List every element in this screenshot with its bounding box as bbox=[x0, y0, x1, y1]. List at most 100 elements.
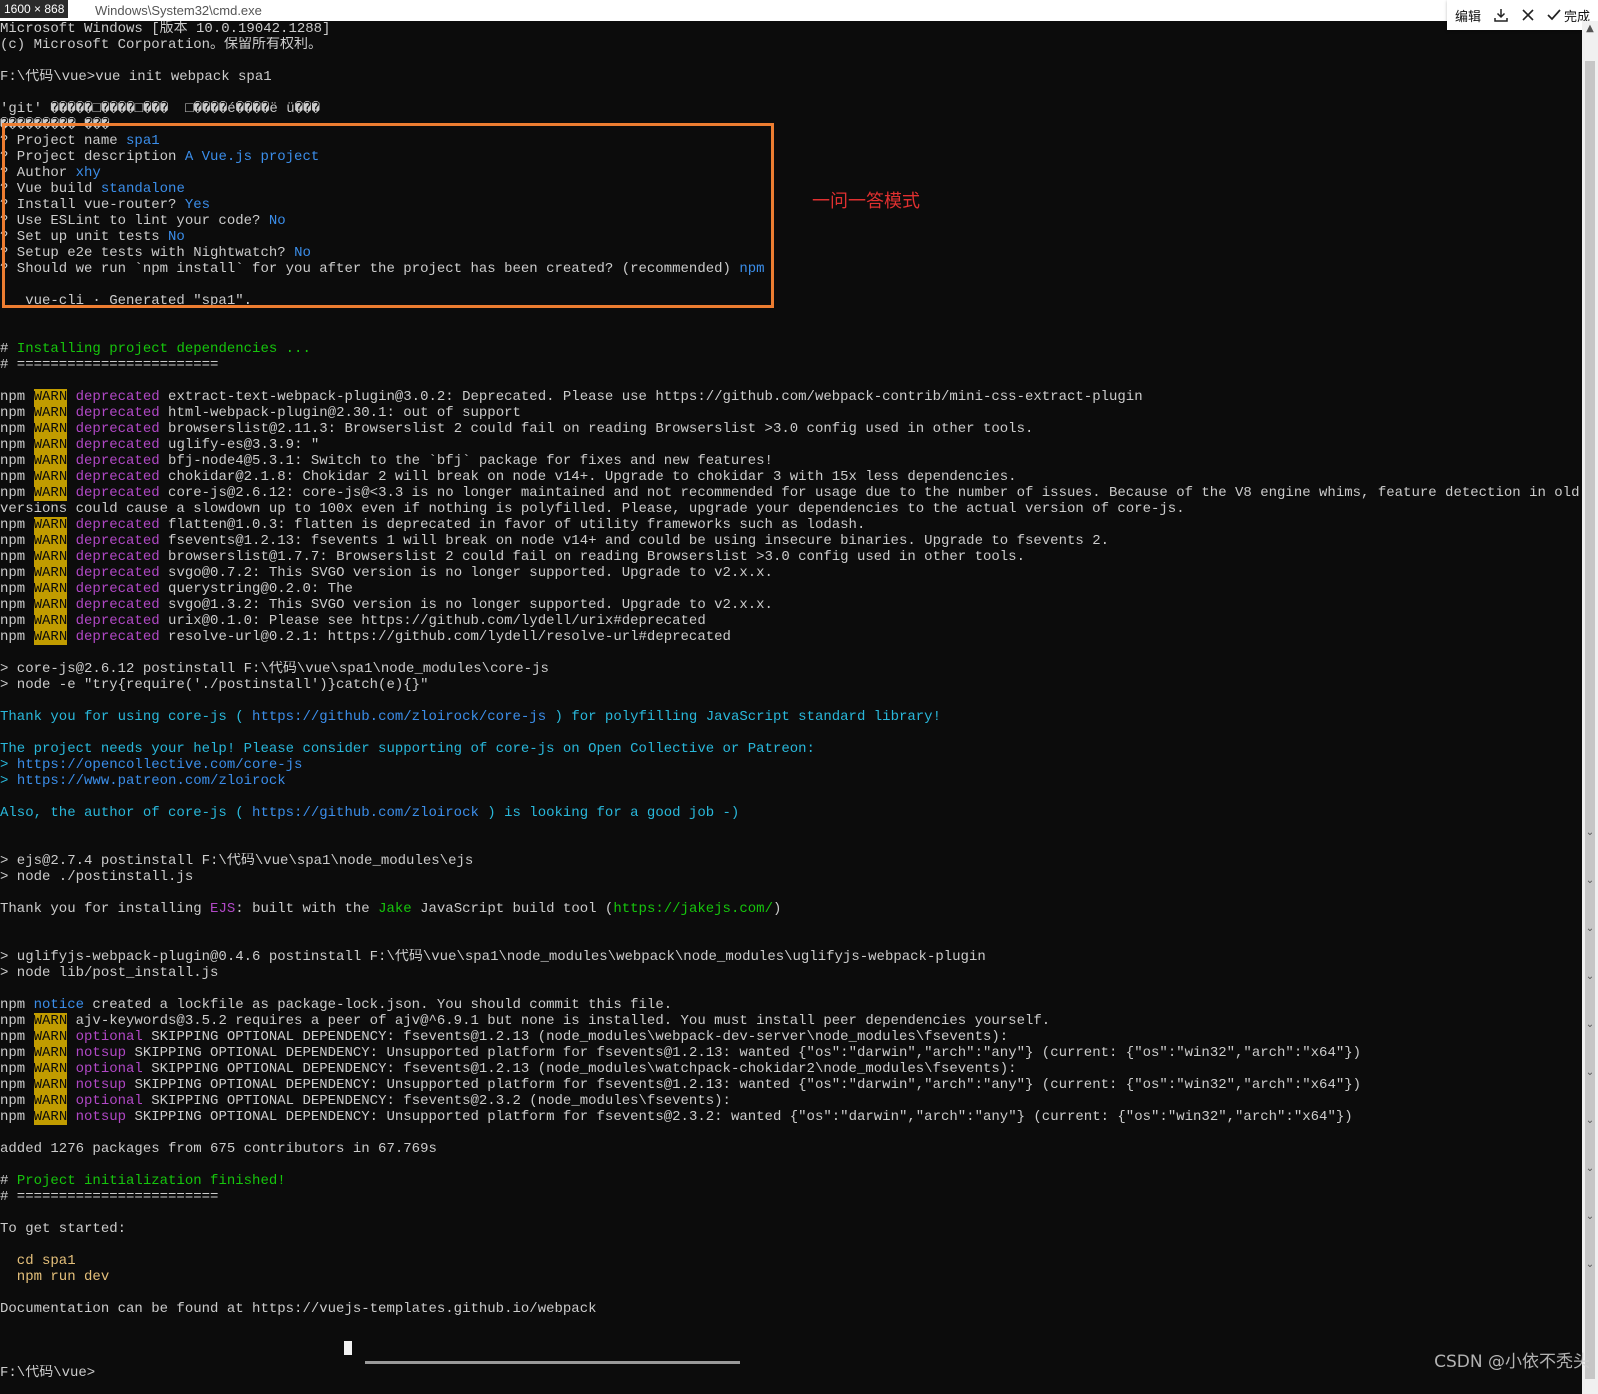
warn-badge: WARN bbox=[33, 1013, 68, 1029]
console-text: optional bbox=[75, 1061, 143, 1077]
console-text: fsevents@1.2.13: fsevents 1 will break o… bbox=[159, 533, 1109, 549]
warn-badge: WARN bbox=[33, 389, 68, 405]
console-line: > node -e "try{require('./postinstall')}… bbox=[0, 677, 1582, 693]
warn-badge: WARN bbox=[33, 405, 68, 421]
scroll-marker-icon: ⌄ bbox=[1585, 1067, 1595, 1078]
console-text: > node -e "try{require('./postinstall')}… bbox=[0, 677, 429, 693]
console-text: > uglifyjs-webpack-plugin@0.4.6 postinst… bbox=[0, 949, 986, 965]
console-text: (c) Microsoft Corporation。保留所有权利。 bbox=[0, 37, 323, 53]
window-titlebar: 1600 × 868 Windows\System32\cmd.exe bbox=[0, 0, 1598, 21]
console-line: The project needs your help! Please cons… bbox=[0, 741, 1582, 757]
console-text: deprecated bbox=[75, 437, 160, 453]
console-text: Also, the author of core-js ( bbox=[0, 805, 253, 821]
console-line: npm WARN deprecated svgo@1.3.2: This SVG… bbox=[0, 597, 1582, 613]
console-text: F:\代码\vue>vue init webpack spa1 bbox=[0, 69, 272, 85]
console-text: deprecated bbox=[75, 389, 160, 405]
console-line: npm WARN deprecated fsevents@1.2.13: fse… bbox=[0, 533, 1582, 549]
console-line: npm WARN notsup SKIPPING OPTIONAL DEPEND… bbox=[0, 1045, 1582, 1061]
console-text: bfj-node4@5.3.1: Switch to the `bfj` pac… bbox=[159, 453, 773, 469]
scroll-marker-icon: ⌄ bbox=[1585, 1163, 1595, 1174]
console-line: npm WARN notsup SKIPPING OPTIONAL DEPEND… bbox=[0, 1109, 1582, 1125]
console-text: deprecated bbox=[75, 469, 160, 485]
console-text: deprecated bbox=[75, 453, 160, 469]
console-text: ajv-keywords@3.5.2 requires a peer of aj… bbox=[67, 1013, 1051, 1029]
console-text: Thank you for installing bbox=[0, 901, 211, 917]
console-text: https://github.com/zloirock bbox=[252, 805, 479, 821]
console-text: SKIPPING OPTIONAL DEPENDENCY: Unsupporte… bbox=[126, 1077, 1362, 1093]
console-text: svgo@0.7.2: This SVGO version is no long… bbox=[159, 565, 773, 581]
warn-badge: WARN bbox=[33, 469, 68, 485]
console-text: npm bbox=[0, 421, 34, 437]
size-badge: 1600 × 868 bbox=[0, 0, 69, 18]
console-line: npm WARN deprecated querystring@0.2.0: T… bbox=[0, 581, 1582, 597]
console-text: https://github.com/zloirock/core-js bbox=[252, 709, 547, 725]
console-line: Thank you for installing EJS: built with… bbox=[0, 901, 1582, 917]
console-text: npm bbox=[0, 1093, 34, 1109]
console-line: # ======================== bbox=[0, 1189, 1582, 1205]
console-text: https://jakejs.com/ bbox=[613, 901, 773, 917]
console-text: SKIPPING OPTIONAL DEPENDENCY: fsevents@1… bbox=[142, 1029, 1009, 1045]
text-cursor bbox=[344, 1341, 352, 1355]
console-line: npm WARN ajv-keywords@3.5.2 requires a p… bbox=[0, 1013, 1582, 1029]
console-line: npm WARN deprecated chokidar@2.1.8: Chok… bbox=[0, 469, 1582, 485]
console-text: deprecated bbox=[75, 405, 160, 421]
scroll-marker-icon: ⌄ bbox=[1585, 1259, 1595, 1270]
console-text: JavaScript build tool ( bbox=[411, 901, 614, 917]
console-line: > core-js@2.6.12 postinstall F:\代码\vue\s… bbox=[0, 661, 1582, 677]
console-text: SKIPPING OPTIONAL DEPENDENCY: Unsupporte… bbox=[126, 1109, 1353, 1125]
console-text: > core-js@2.6.12 postinstall F:\代码\vue\s… bbox=[0, 661, 549, 677]
console-text: uglify-es@3.3.9: " bbox=[159, 437, 320, 453]
warn-badge: WARN bbox=[33, 581, 68, 597]
vertical-scrollbar[interactable]: ▲ ⌄ ⌄ ⌄ ⌄ ⌄ ⌄ ⌄ ⌄ ⌄ ⌄ bbox=[1582, 21, 1598, 1394]
console-text: npm bbox=[0, 469, 34, 485]
warn-badge: WARN bbox=[33, 1109, 68, 1125]
console-text: https://opencollective.com/core-js bbox=[16, 757, 303, 773]
warn-badge: WARN bbox=[33, 421, 68, 437]
console-text: # bbox=[0, 341, 17, 357]
console-text: 'git' �����□����□��� □����é����ë ü��� bbox=[0, 101, 320, 117]
console-text: Installing project dependencies ... bbox=[16, 341, 311, 357]
warn-badge: WARN bbox=[33, 453, 68, 469]
console-text: extract-text-webpack-plugin@3.0.2: Depre… bbox=[159, 389, 1143, 405]
console-text: SKIPPING OPTIONAL DEPENDENCY: Unsupporte… bbox=[126, 1045, 1362, 1061]
console-text: optional bbox=[75, 1093, 143, 1109]
console-text: cd spa1 bbox=[0, 1253, 76, 1269]
console-line: npm WARN deprecated html-webpack-plugin@… bbox=[0, 405, 1582, 421]
console-line: npm WARN deprecated uglify-es@3.3.9: " bbox=[0, 437, 1582, 453]
close-icon[interactable] bbox=[1521, 8, 1535, 22]
warn-badge: WARN bbox=[33, 485, 68, 501]
scroll-up-icon[interactable]: ▲ bbox=[1585, 23, 1595, 34]
console-text: SKIPPING OPTIONAL DEPENDENCY: fsevents@1… bbox=[142, 1061, 1017, 1077]
scrollbar-thumb[interactable] bbox=[1585, 61, 1595, 1379]
console-line: npm WARN deprecated core-js@2.6.12: core… bbox=[0, 485, 1582, 501]
console-text: versions could cause a slowdown up to 10… bbox=[0, 501, 1185, 517]
console-text: deprecated bbox=[75, 613, 160, 629]
horizontal-scroll-indicator[interactable] bbox=[365, 1361, 740, 1364]
warn-badge: WARN bbox=[33, 597, 68, 613]
console-text: notsup bbox=[75, 1077, 127, 1093]
console-text: notsup bbox=[75, 1045, 127, 1061]
console-line: cd spa1 bbox=[0, 1253, 1582, 1269]
console-text: deprecated bbox=[75, 517, 160, 533]
console-text: # ======================== bbox=[0, 357, 219, 373]
console-text: EJS bbox=[210, 901, 236, 917]
console-text: npm bbox=[0, 1077, 34, 1093]
console-text: Jake bbox=[378, 901, 412, 917]
console-line: > node lib/post_install.js bbox=[0, 965, 1582, 981]
